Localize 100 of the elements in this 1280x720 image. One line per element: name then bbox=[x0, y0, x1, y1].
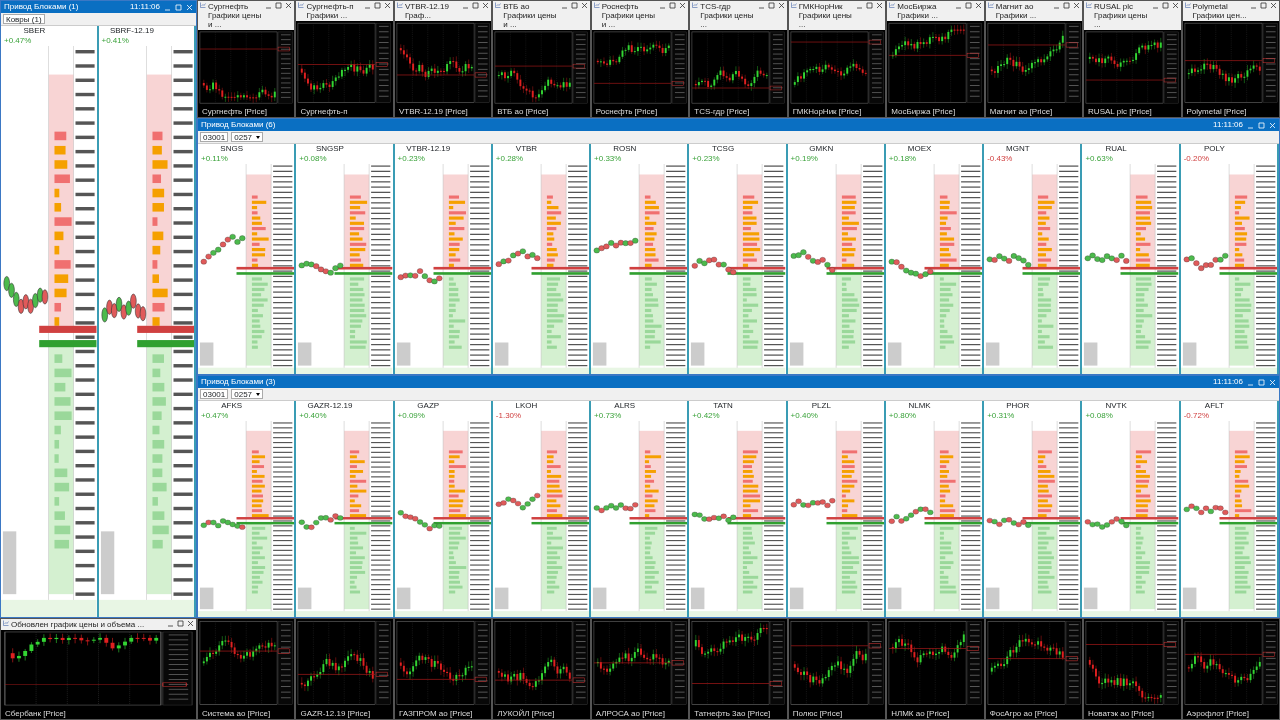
close-icon[interactable] bbox=[383, 2, 391, 9]
ticker-label: POLY bbox=[1202, 144, 1226, 154]
maximize-icon[interactable] bbox=[1063, 2, 1071, 9]
ticker-label: PHOR bbox=[1005, 401, 1031, 411]
close-icon[interactable] bbox=[580, 2, 588, 9]
close-icon[interactable] bbox=[876, 2, 884, 9]
change-percent: +0.80% bbox=[887, 411, 918, 421]
ticker-label: TATN bbox=[712, 401, 734, 411]
change-percent: +0.18% bbox=[887, 154, 918, 164]
close-icon[interactable] bbox=[974, 2, 982, 9]
chart-icon bbox=[692, 2, 699, 8]
clock-time: 11:11:06 bbox=[1213, 119, 1243, 131]
change-percent: +0.47% bbox=[3, 36, 33, 46]
maximize-icon[interactable] bbox=[1260, 2, 1267, 9]
chart-legend: Сбербанк [Price] bbox=[1, 709, 196, 719]
portfolio-dropdown[interactable]: 0257 bbox=[231, 132, 264, 142]
change-percent: +0.63% bbox=[1084, 154, 1114, 164]
maximize-icon[interactable] bbox=[570, 2, 578, 9]
window-title: ВТБ ао Графики цены и ... bbox=[503, 2, 558, 29]
ticker-label: MGNT bbox=[1005, 144, 1031, 154]
window-title: RUSAL plc Графики цены ... bbox=[1094, 2, 1149, 29]
close-icon[interactable] bbox=[1270, 2, 1277, 9]
change-percent: +0.31% bbox=[986, 411, 1016, 421]
maximize-icon[interactable] bbox=[866, 2, 874, 9]
window-title: Polymetal Графики цен... bbox=[1192, 2, 1248, 20]
change-percent: +0.23% bbox=[396, 154, 426, 164]
maximize-icon[interactable] bbox=[669, 2, 677, 9]
chart-icon bbox=[1184, 2, 1191, 8]
maximize-icon[interactable] bbox=[964, 2, 972, 9]
maximize-icon[interactable] bbox=[767, 2, 775, 9]
chart-legend: ГАЗПРОМ ао [Price] bbox=[394, 709, 492, 719]
ticker-label: SBER bbox=[22, 26, 47, 36]
ticker-label: LKOH bbox=[514, 401, 539, 411]
close-icon[interactable] bbox=[1171, 2, 1179, 9]
chart-legend: НЛМК ао [Price] bbox=[887, 709, 984, 719]
change-percent: +0.28% bbox=[494, 154, 525, 164]
ticker-label: GAZP bbox=[416, 401, 441, 411]
change-percent: +0.47% bbox=[200, 411, 230, 421]
chart-legend: TCS-гдр [Price] bbox=[690, 107, 787, 117]
close-icon[interactable] bbox=[187, 620, 194, 627]
chart-legend: Аэрофлот [Price] bbox=[1182, 709, 1279, 719]
ticker-label: TCSG bbox=[710, 144, 736, 154]
ticker-label: SBRF-12.19 bbox=[108, 26, 155, 36]
chart-legend: Полюс [Price] bbox=[788, 709, 886, 719]
window-title: Сургнефть Графики цены и ... bbox=[208, 2, 263, 29]
maximize-icon[interactable] bbox=[373, 2, 381, 9]
chart-legend: VTBR-12.19 [Price] bbox=[394, 107, 492, 117]
window-title: Магнит ао Графики ... bbox=[995, 2, 1038, 20]
window-title: ГМКНорНик Графики цены ... bbox=[798, 2, 853, 29]
chart-legend: Система ао [Price] bbox=[198, 709, 295, 719]
ticker-label: NVTK bbox=[1104, 401, 1128, 411]
chart-legend: ФосАгро ао [Price] bbox=[985, 709, 1083, 719]
close-icon[interactable] bbox=[285, 2, 293, 9]
chart-icon bbox=[987, 2, 994, 8]
chart-legend: Татнефть 3ао [Price] bbox=[690, 709, 787, 719]
chart-legend: АЛРОСА ао [Price] bbox=[591, 709, 689, 719]
close-icon[interactable] bbox=[679, 2, 687, 9]
chart-legend: Магнит ао [Price] bbox=[985, 107, 1083, 117]
ticker-label: MOEX bbox=[906, 144, 933, 154]
close-icon[interactable] bbox=[777, 2, 785, 9]
chart-legend: Новатэк ао [Price] bbox=[1084, 709, 1181, 719]
chart-icon bbox=[889, 2, 896, 8]
change-percent: +0.19% bbox=[789, 154, 819, 164]
chart-legend: Сургнефть-п bbox=[296, 107, 393, 117]
change-percent: +0.73% bbox=[593, 411, 623, 421]
window-title: Привод Блоками (6) bbox=[201, 119, 276, 131]
clock-time: 11:11:06 bbox=[130, 1, 160, 13]
maximize-icon[interactable] bbox=[1161, 2, 1169, 9]
maximize-icon[interactable] bbox=[472, 2, 480, 9]
change-percent: +0.41% bbox=[100, 36, 130, 46]
ticker-label: SNGS bbox=[219, 144, 244, 154]
ticker-label: PLZL bbox=[810, 401, 832, 411]
ticker-label: GAZR-12.19 bbox=[306, 401, 354, 411]
window-title: Роснефть Графики цены и ... bbox=[601, 2, 656, 29]
change-percent: +0.40% bbox=[298, 411, 328, 421]
maximize-icon[interactable] bbox=[177, 620, 184, 627]
maximize-icon[interactable] bbox=[275, 2, 283, 9]
chart-icon bbox=[1086, 2, 1093, 8]
ticker-label: GMKN bbox=[808, 144, 835, 154]
close-icon[interactable] bbox=[482, 2, 490, 9]
account-field[interactable]: Ковры (1) bbox=[3, 14, 45, 24]
chart-legend: МосБиржа [Price] bbox=[887, 107, 984, 117]
change-percent: -1.30% bbox=[494, 411, 523, 421]
close-icon[interactable] bbox=[1073, 2, 1081, 9]
change-percent: +0.08% bbox=[1084, 411, 1114, 421]
chart-icon bbox=[396, 2, 403, 8]
chart-legend: Сургнефть [Price] bbox=[198, 107, 295, 117]
account-field[interactable]: 03001 bbox=[200, 389, 229, 399]
window-title: Привод Блоками (1) bbox=[4, 1, 79, 13]
account-field[interactable]: 03001 bbox=[200, 132, 229, 142]
ticker-label: AFLT bbox=[1203, 401, 1225, 411]
ticker-label: AFKS bbox=[220, 401, 244, 411]
caret-icon bbox=[256, 135, 261, 139]
chart-legend: RUSAL plc [Price] bbox=[1084, 107, 1181, 117]
change-percent: +0.33% bbox=[593, 154, 623, 164]
window-title: Сургнефть-п Графики ... bbox=[306, 2, 355, 20]
chart-legend: GAZR-12.19 [Price] bbox=[296, 709, 393, 719]
clock-time: 11:11:06 bbox=[1213, 376, 1243, 388]
portfolio-dropdown[interactable]: 0257 bbox=[231, 389, 264, 399]
window-title: VTBR-12.19 Граф... bbox=[404, 2, 450, 20]
